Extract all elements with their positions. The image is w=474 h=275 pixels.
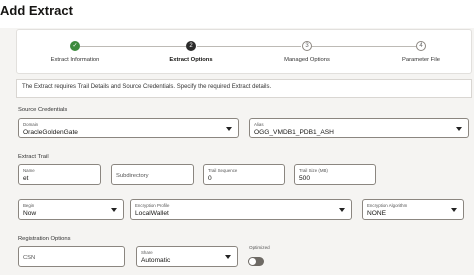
trail-name-label: Name (23, 168, 35, 173)
chevron-down-icon[interactable] (226, 127, 232, 131)
trail-sequence-value: 0 (208, 175, 212, 182)
trail-size-field[interactable]: Trail Size (MB) 500 (294, 164, 376, 185)
trail-sequence-label: Trail Sequence (208, 168, 238, 173)
subdirectory-field[interactable]: Subdirectory (111, 164, 194, 185)
wizard-connector (197, 46, 301, 47)
trail-size-value: 500 (299, 175, 311, 182)
section-heading-source-credentials: Source Credentials (18, 107, 68, 113)
domain-select[interactable]: Domain OracleGoldenGate (18, 118, 239, 138)
toggle-knob (249, 258, 256, 265)
wizard-connector (80, 46, 186, 47)
info-message: The Extract requires Trail Details and S… (16, 79, 472, 98)
csn-placeholder: CSN (23, 255, 36, 261)
chevron-down-icon[interactable] (225, 255, 231, 259)
info-message-text: The Extract requires Trail Details and S… (22, 84, 272, 90)
wizard-train: ✓ 2 3 4 Extract Information Extract Opti… (16, 29, 472, 74)
encryption-algorithm-value: NONE (367, 210, 387, 217)
optimized-toggle[interactable] (248, 257, 264, 266)
chevron-down-icon[interactable] (111, 208, 117, 212)
encryption-profile-value: LocalWallet (135, 210, 169, 217)
trail-size-label: Trail Size (MB) (299, 168, 328, 173)
alias-label: Alias (254, 122, 264, 127)
share-value: Automatic (141, 257, 171, 264)
chevron-down-icon[interactable] (451, 208, 457, 212)
encryption-algorithm-select[interactable]: Encryption Algorithm NONE (362, 199, 464, 220)
chevron-down-icon[interactable] (456, 127, 462, 131)
step-label-managed-options[interactable]: Managed Options (284, 57, 330, 63)
encryption-profile-select[interactable]: Encryption Profile LocalWallet (130, 199, 352, 220)
step-label-extract-options[interactable]: Extract Options (169, 57, 212, 63)
step-3-indicator[interactable]: 3 (302, 41, 312, 51)
chevron-down-icon[interactable] (339, 208, 345, 212)
begin-label: Begin (23, 203, 35, 208)
trail-name-field[interactable]: Name et (18, 164, 101, 185)
domain-value: OracleGoldenGate (23, 129, 78, 136)
begin-value: Now (23, 210, 37, 217)
wizard-connector (312, 46, 416, 47)
trail-name-value: et (23, 175, 29, 182)
begin-select[interactable]: Begin Now (18, 199, 124, 220)
share-select[interactable]: Share Automatic (136, 246, 238, 267)
step-2-indicator[interactable]: 2 (186, 41, 196, 51)
subdirectory-placeholder: Subdirectory (116, 173, 149, 179)
section-heading-extract-trail: Extract Trail (18, 154, 49, 160)
share-label: Share (141, 250, 153, 255)
step-label-parameter-file[interactable]: Parameter File (402, 57, 440, 63)
section-heading-registration-options: Registration Options (18, 236, 71, 242)
alias-select[interactable]: Alias OGG_VMDB1_PDB1_ASH (249, 118, 469, 138)
trail-sequence-field[interactable]: Trail Sequence 0 (203, 164, 285, 185)
encryption-algorithm-label: Encryption Algorithm (367, 203, 408, 208)
alias-value: OGG_VMDB1_PDB1_ASH (254, 129, 334, 136)
check-icon[interactable]: ✓ (70, 41, 80, 51)
page-title: Add Extract (0, 3, 73, 18)
step-label-extract-information[interactable]: Extract Information (51, 57, 100, 63)
domain-label: Domain (23, 122, 39, 127)
optimized-label: Optimized (249, 245, 270, 250)
encryption-profile-label: Encryption Profile (135, 203, 170, 208)
csn-field[interactable]: CSN (18, 246, 125, 267)
step-4-indicator[interactable]: 4 (416, 41, 426, 51)
